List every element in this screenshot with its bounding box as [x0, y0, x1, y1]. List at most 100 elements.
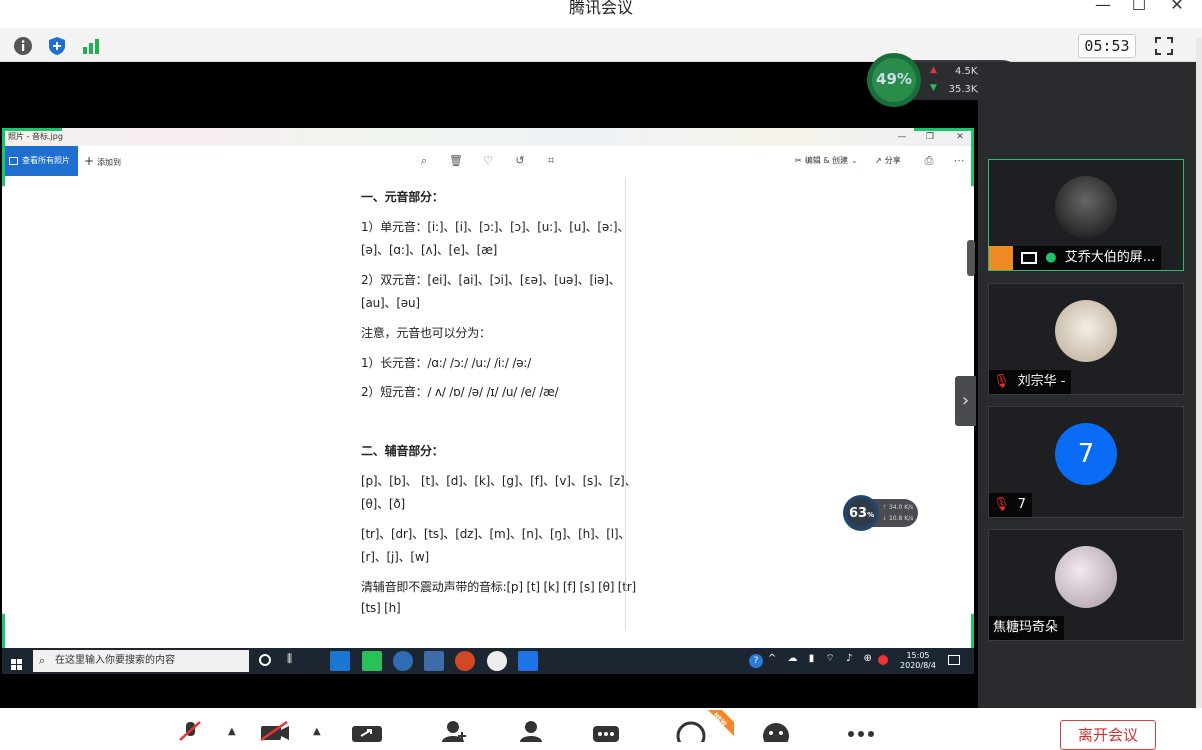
participant-name: 刘宗华 -: [1017, 374, 1066, 389]
camera-off-icon[interactable]: [259, 720, 289, 742]
viewer-maximize-button[interactable]: ❐: [920, 130, 940, 144]
photos-app-icon[interactable]: [424, 651, 444, 671]
close-button[interactable]: ✕: [1162, 0, 1192, 14]
system-tray-icons[interactable]: ^ ☁ ▮ ⌔ ♪ ⊕: [768, 652, 876, 665]
participant-tile[interactable]: 7 🎙 7: [988, 406, 1184, 518]
chevron-down-icon: ⌄: [851, 156, 858, 165]
wechat-icon[interactable]: [362, 651, 382, 671]
download-arrow-icon: ▼: [930, 83, 937, 93]
participant-tile[interactable]: 焦糖玛奇朵: [988, 529, 1184, 641]
more-icon[interactable]: ⋯: [952, 154, 966, 168]
doc-line: [ts] [h]: [361, 601, 401, 615]
collapse-sidebar-button[interactable]: ›: [955, 376, 976, 426]
delete-icon[interactable]: 🗑: [449, 154, 463, 168]
title-bar: 腾讯会议 — ☐ ✕: [0, 0, 1202, 28]
windows-start-icon[interactable]: [11, 655, 22, 670]
image-edge: [625, 178, 626, 630]
notification-center-icon[interactable]: [948, 655, 960, 665]
upload-arrow-icon: ↑: [882, 504, 888, 511]
viewer-title: 照片 - 音标.jpg: [8, 132, 63, 141]
doc-line: [ə]、[ɑ:]、[ʌ]、[e]、[æ]: [361, 243, 498, 257]
viewer-close-button[interactable]: ✕: [950, 130, 970, 144]
cortana-icon[interactable]: [259, 654, 271, 666]
browser-icon[interactable]: [393, 651, 413, 671]
maximize-button[interactable]: ☐: [1124, 0, 1154, 14]
participant-name-bar: ● 艾乔大伯的屏...: [989, 246, 1162, 270]
favorite-icon[interactable]: ♡: [481, 154, 495, 168]
chrome-icon[interactable]: [487, 651, 507, 671]
participants-icon[interactable]: [516, 720, 546, 742]
viewer-minimize-button[interactable]: —: [892, 130, 912, 144]
avatar: [1055, 300, 1117, 362]
avatar: [1055, 546, 1117, 608]
participant-tile[interactable]: ● 艾乔大伯的屏...: [988, 159, 1184, 271]
doc-line: 1）长元音：/ɑ:/ /ɔ:/ /u:/ /i:/ /ə:/: [361, 356, 532, 370]
edit-create-button[interactable]: ✂ 编辑 & 创建 ⌄: [795, 146, 858, 176]
view-all-photos-label: 查看所有照片: [22, 156, 70, 165]
search-icon: ⌕: [39, 654, 46, 667]
camera-options-chevron-icon[interactable]: ▲: [313, 726, 321, 737]
share-frame-corner: [2, 128, 62, 131]
doc-line: [tr]、[dr]、[ts]、[dz]、[m]、[n]、[ŋ]、[h]、[l]、: [361, 527, 631, 541]
rotate-icon[interactable]: ↺: [513, 154, 527, 168]
fullscreen-icon[interactable]: [1153, 35, 1175, 57]
tencent-meeting-icon[interactable]: [518, 651, 538, 671]
reactions-icon[interactable]: [761, 720, 791, 749]
participant-name: 艾乔大伯的屏...: [1064, 250, 1156, 265]
edge-icon[interactable]: [330, 651, 350, 671]
share-button[interactable]: ↗ 分享: [875, 146, 901, 176]
doc-line: [θ]、[ð]: [361, 497, 406, 511]
mic-options-chevron-icon[interactable]: ▲: [228, 726, 236, 737]
participant-tile[interactable]: 🎙 刘宗华 -: [988, 283, 1184, 395]
doc-line: [p]、[b]、 [t]、[d]、[k]、[g]、[f]、[v]、[s]、[z]…: [361, 474, 637, 488]
plus-icon: +: [84, 154, 95, 168]
participant-name: 7: [1017, 497, 1026, 512]
record-icon[interactable]: [676, 720, 706, 750]
more-options-icon[interactable]: [846, 720, 876, 742]
window-scrollbar[interactable]: [1196, 38, 1202, 708]
chat-icon[interactable]: [592, 720, 622, 742]
share-frame-corner: [2, 128, 5, 186]
share-icon: ↗: [875, 156, 882, 165]
meeting-timer: 05:53: [1078, 34, 1136, 58]
share-screen-icon[interactable]: [352, 720, 382, 742]
add-to-label: 添加到: [97, 158, 122, 167]
cpu-usage: 49%: [876, 70, 912, 88]
avatar: [1055, 176, 1117, 238]
taskbar-search-box[interactable]: ⌕ 在这里输入你要搜索的内容: [33, 650, 249, 672]
taskbar-clock[interactable]: 15:05 2020/8/4: [892, 651, 944, 671]
task-view-icon[interactable]: ⫼: [287, 652, 292, 666]
info-icon[interactable]: [12, 35, 34, 57]
zoom-icon[interactable]: ⌕: [417, 154, 431, 168]
download-speed-shared: ↓ 10.8 K/s: [882, 515, 914, 522]
add-to-button[interactable]: + 添加到: [84, 146, 121, 176]
crop-icon[interactable]: ⌗: [544, 154, 558, 168]
doc-line: 2）短元音：/ ʌ/ /ɒ/ /ə/ /ɪ/ /u/ /e/ /æ/: [361, 385, 559, 399]
cpu-usage-shared: 63%: [849, 506, 875, 521]
viewer-toolbar: 查看所有照片 + 添加到 ⌕ 🗑 ♡ ↺ ⌗ ✂ 编辑 & 创建 ⌄ ↗ 分享 ⎙ ⋯: [2, 146, 974, 176]
view-all-photos-button[interactable]: 查看所有照片: [2, 146, 78, 176]
network-status-badge-shared: 63% ↑ 34.0 K/s ↓ 10.8 K/s: [842, 494, 920, 532]
document-image: 一、元音部分： 1）单元音：[i:]、[i]、[ɔ:]、[ɔ]、[u:]、[u]…: [352, 178, 636, 638]
antivirus-tray-icon[interactable]: [878, 655, 888, 665]
sidebar-resize-handle[interactable]: [967, 240, 975, 276]
doc-line: 注意，元音也可以分为：: [361, 326, 491, 340]
invite-icon[interactable]: [440, 720, 470, 742]
powerpoint-icon[interactable]: [455, 651, 475, 671]
mute-microphone-icon[interactable]: [176, 720, 206, 742]
windows-taskbar: ⌕ 在这里输入你要搜索的内容 ⫼ ? ^ ☁ ▮ ⌔ ♪ ⊕ 15:05 202…: [2, 648, 974, 674]
print-icon[interactable]: ⎙: [922, 154, 936, 168]
meeting-control-bar: ▲ ▲ NEW: [0, 708, 1202, 750]
minimize-button[interactable]: —: [1088, 0, 1118, 14]
leave-meeting-button[interactable]: 离开会议: [1060, 720, 1156, 750]
participant-name-bar: 🎙 刘宗华 -: [989, 370, 1072, 394]
shield-icon[interactable]: [46, 35, 68, 57]
photo-viewer-window: 照片 - 音标.jpg — ❐ ✕ 查看所有照片 + 添加到 ⌕ 🗑 ♡ ↺ ⌗ …: [2, 128, 974, 648]
photo-icon: [9, 156, 18, 165]
help-tray-icon[interactable]: ?: [749, 654, 763, 668]
signal-icon[interactable]: [80, 35, 102, 57]
upload-speed-shared: ↑ 34.0 K/s: [882, 504, 914, 511]
participant-name-bar: 焦糖玛奇朵: [989, 616, 1065, 640]
share-frame-corner: [971, 128, 974, 186]
doc-line: 清辅音即不震动声带的音标:[p] [t] [k] [f] [s] [θ] [tr…: [361, 580, 637, 594]
